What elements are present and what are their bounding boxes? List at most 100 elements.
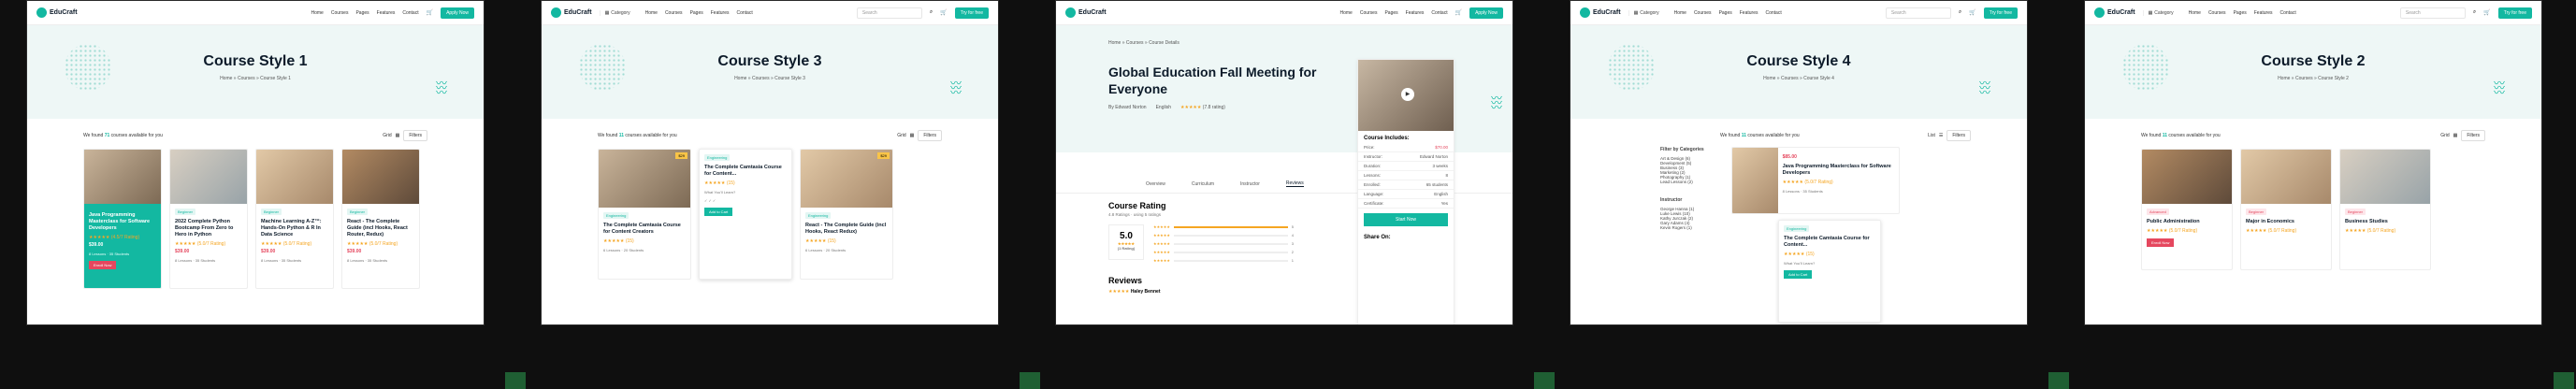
course-card[interactable]: $29 Engineering React - The Complete Gui…: [800, 149, 893, 280]
try-free-button[interactable]: Try for free: [1983, 7, 2018, 19]
nav-features[interactable]: Features: [1740, 10, 1758, 16]
cart-icon[interactable]: 🛒: [1969, 9, 1975, 16]
search-input[interactable]: Search: [856, 7, 922, 19]
search-icon[interactable]: ⌕: [930, 9, 933, 16]
author[interactable]: By Edward Norton: [1108, 105, 1147, 110]
enroll-button[interactable]: Enroll Now: [2147, 238, 2175, 247]
grid-icon[interactable]: ▦: [910, 133, 915, 138]
grid-icon[interactable]: ▦: [2453, 133, 2458, 138]
nav-contact[interactable]: Contact: [1765, 10, 1781, 16]
apply-now-button[interactable]: Apply Now: [1469, 7, 1503, 19]
course-title[interactable]: Java Programming Masterclass for Softwar…: [1783, 164, 1894, 177]
course-hover-card[interactable]: Engineering The Complete Camtasia Course…: [699, 149, 792, 280]
grid-toggle[interactable]: Grid: [2440, 133, 2449, 138]
tab-curriculum[interactable]: Curriculum: [1192, 181, 1214, 187]
nav-pages[interactable]: Pages: [2234, 10, 2247, 16]
nav-courses[interactable]: Courses: [2208, 10, 2226, 16]
list-toggle[interactable]: List: [1928, 133, 1935, 138]
category-menu[interactable]: ▦ Category: [1628, 9, 1659, 16]
add-to-cart-button[interactable]: Add to Cart: [704, 207, 733, 216]
course-title[interactable]: The Complete Camtasia Course for Content…: [603, 223, 686, 236]
search-input[interactable]: Search: [2399, 7, 2466, 19]
nav-contact[interactable]: Contact: [2279, 10, 2295, 16]
search-input[interactable]: Search: [1885, 7, 1951, 19]
nav-features[interactable]: Features: [711, 10, 730, 16]
course-card[interactable]: Java Programming Masterclass for Softwar…: [83, 149, 162, 289]
nav-features[interactable]: Features: [1406, 10, 1425, 16]
course-title[interactable]: Public Administration: [2147, 219, 2227, 225]
logo[interactable]: EduCraft: [36, 7, 78, 18]
nav-home[interactable]: Home: [1339, 10, 1352, 16]
course-title[interactable]: Java Programming Masterclass for Softwar…: [89, 212, 156, 232]
course-title[interactable]: The Complete Camtasia Course for Content…: [704, 165, 787, 178]
cart-icon[interactable]: 🛒: [1455, 9, 1462, 16]
filters-button[interactable]: Filters: [918, 130, 942, 141]
search-icon[interactable]: ⌕: [2473, 9, 2476, 16]
nav-home[interactable]: Home: [2189, 10, 2201, 16]
cart-icon[interactable]: 🛒: [940, 9, 947, 16]
logo[interactable]: EduCraft: [551, 7, 592, 18]
tab-overview[interactable]: Overview: [1146, 181, 1165, 187]
course-list-item[interactable]: $85.00 Java Programming Masterclass for …: [1731, 147, 1900, 214]
search-icon[interactable]: ⌕: [1959, 9, 1961, 16]
logo[interactable]: EduCraft: [2094, 7, 2135, 18]
nav-contact[interactable]: Contact: [736, 10, 752, 16]
category-menu[interactable]: ▦ Category: [2142, 9, 2174, 16]
start-now-button[interactable]: Start Now: [1364, 213, 1448, 226]
course-card[interactable]: Advanced Public Administration ★★★★★ (5.…: [2141, 149, 2233, 270]
course-title[interactable]: The Complete Camtasia Course for Content…: [1784, 236, 1875, 249]
enroll-button[interactable]: Enroll Now: [89, 260, 117, 269]
nav-courses[interactable]: Courses: [331, 10, 349, 16]
try-free-button[interactable]: Try for free: [2497, 7, 2532, 19]
course-title[interactable]: React - The Complete Guide (incl Hooks, …: [805, 223, 888, 236]
course-preview-video[interactable]: ▶: [1358, 60, 1454, 131]
nav-home[interactable]: Home: [311, 10, 323, 16]
nav-pages[interactable]: Pages: [355, 10, 369, 16]
grid-icon[interactable]: ▦: [396, 133, 400, 138]
play-icon[interactable]: ▶: [1401, 88, 1414, 101]
tab-reviews[interactable]: Reviews: [1285, 180, 1304, 187]
grid-toggle[interactable]: Grid: [383, 133, 391, 138]
apply-now-button[interactable]: Apply Now: [441, 7, 474, 19]
course-card[interactable]: $29 Engineering The Complete Camtasia Co…: [598, 149, 691, 280]
rating-stars: ★★★★★ (5.0/7 Rating): [261, 240, 312, 247]
grid-toggle[interactable]: Grid: [897, 133, 905, 138]
course-title[interactable]: React - The Complete Guide (incl Hooks, …: [347, 219, 414, 238]
nav-courses[interactable]: Courses: [1694, 10, 1712, 16]
cart-icon[interactable]: 🛒: [2483, 9, 2490, 16]
logo[interactable]: EduCraft: [1580, 7, 1621, 18]
course-card[interactable]: Beginner Major in Economics ★★★★★ (5.0/7…: [2240, 149, 2332, 270]
nav-contact[interactable]: Contact: [1431, 10, 1447, 16]
course-card[interactable]: Beginner Machine Learning A-Z™: Hands-On…: [255, 149, 334, 289]
add-to-cart-button[interactable]: Add to Cart: [1784, 269, 1813, 279]
nav-home[interactable]: Home: [1674, 10, 1686, 16]
list-icon[interactable]: ☰: [1939, 133, 1943, 138]
course-card[interactable]: Beginner Business Studies ★★★★★ (5.0/7 R…: [2339, 149, 2431, 270]
course-card[interactable]: Beginner React - The Complete Guide (inc…: [341, 149, 420, 289]
cart-icon[interactable]: 🛒: [427, 9, 433, 16]
logo[interactable]: EduCraft: [1065, 7, 1107, 18]
course-title[interactable]: Business Studies: [2345, 219, 2425, 225]
course-title[interactable]: Major in Economics: [2246, 219, 2326, 225]
course-hover-card[interactable]: Engineering The Complete Camtasia Course…: [1778, 220, 1881, 323]
course-title[interactable]: Machine Learning A-Z™: Hands-On Python &…: [261, 219, 328, 238]
instructor-item[interactable]: Kevin Rogers (1): [1660, 225, 1720, 230]
nav-pages[interactable]: Pages: [690, 10, 703, 16]
filters-button[interactable]: Filters: [2461, 130, 2485, 141]
nav-home[interactable]: Home: [645, 10, 658, 16]
filters-button[interactable]: Filters: [1946, 130, 1971, 141]
filter-item[interactable]: Lead Lessons (2): [1660, 180, 1720, 184]
try-free-button[interactable]: Try for free: [954, 7, 989, 19]
category-menu[interactable]: ▦ Category: [599, 9, 630, 16]
nav-pages[interactable]: Pages: [1719, 10, 1732, 16]
filters-button[interactable]: Filters: [403, 130, 427, 141]
nav-features[interactable]: Features: [2254, 10, 2273, 16]
course-title[interactable]: 2022 Complete Python Bootcamp From Zero …: [175, 219, 242, 238]
course-card[interactable]: Beginner 2022 Complete Python Bootcamp F…: [169, 149, 248, 289]
nav-courses[interactable]: Courses: [1360, 10, 1378, 16]
nav-pages[interactable]: Pages: [1384, 10, 1397, 16]
tab-instructor[interactable]: Instructor: [1240, 181, 1260, 187]
nav-contact[interactable]: Contact: [402, 10, 418, 16]
nav-courses[interactable]: Courses: [665, 10, 683, 16]
nav-features[interactable]: Features: [377, 10, 396, 16]
